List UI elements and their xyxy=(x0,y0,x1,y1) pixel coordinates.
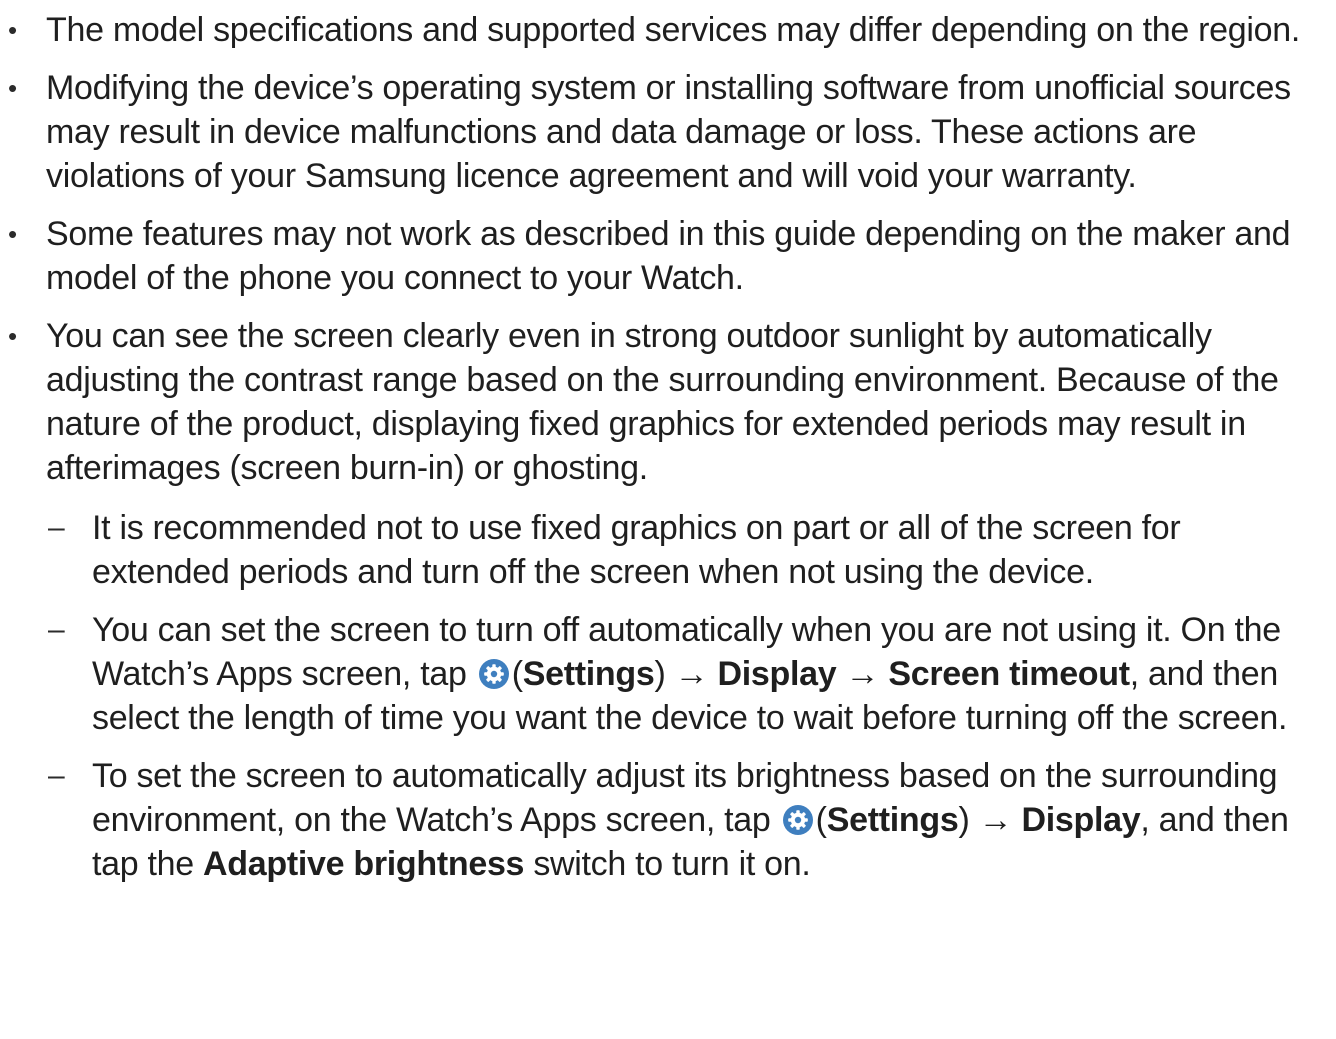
sub-list-item-text: switch to turn it on. xyxy=(524,845,811,883)
dash-marker: – xyxy=(48,613,65,646)
settings-gear-icon xyxy=(782,805,813,835)
bullet-marker: • xyxy=(8,321,17,351)
list-item: • Modifying the device’s operating syste… xyxy=(0,66,1336,198)
sub-list-item: – You can set the screen to turn off aut… xyxy=(46,608,1326,740)
paren-open: ( xyxy=(815,801,827,839)
list-item: • Some features may not work as describe… xyxy=(0,212,1336,300)
sub-list-item: – It is recommended not to use fixed gra… xyxy=(46,506,1326,594)
dash-marker: – xyxy=(48,511,65,544)
list-item-text: You can see the screen clearly even in s… xyxy=(46,317,1279,487)
sub-list-item-text: It is recommended not to use fixed graph… xyxy=(92,509,1181,591)
document-page: • The model specifications and supported… xyxy=(0,0,1336,1039)
paren-close: ) xyxy=(958,801,970,839)
bullet-marker: • xyxy=(8,15,17,45)
arrow-separator: → xyxy=(969,801,1022,839)
display-label: Display xyxy=(717,655,837,693)
paren-close: ) xyxy=(654,655,666,693)
list-item-text: Some features may not work as described … xyxy=(46,215,1291,297)
settings-label: Settings xyxy=(522,655,655,693)
screen-timeout-label: Screen timeout xyxy=(888,655,1130,693)
sub-list: – It is recommended not to use fixed gra… xyxy=(46,506,1326,886)
notice-list: • The model specifications and supported… xyxy=(0,8,1336,886)
settings-label: Settings xyxy=(826,801,959,839)
list-item-text: The model specifications and supported s… xyxy=(46,11,1301,49)
list-item: • The model specifications and supported… xyxy=(0,8,1336,52)
paren-open: ( xyxy=(511,655,523,693)
settings-gear-icon xyxy=(478,659,509,689)
display-label: Display xyxy=(1021,801,1141,839)
adaptive-brightness-label: Adaptive brightness xyxy=(203,845,525,883)
list-item: • You can see the screen clearly even in… xyxy=(0,314,1336,886)
bullet-marker: • xyxy=(8,219,17,249)
dash-marker: – xyxy=(48,759,65,792)
arrow-separator: → xyxy=(836,655,889,693)
sub-list-item: – To set the screen to automatically adj… xyxy=(46,754,1326,886)
list-item-text: Modifying the device’s operating system … xyxy=(46,69,1291,195)
arrow-separator: → xyxy=(665,655,718,693)
bullet-marker: • xyxy=(8,73,17,103)
